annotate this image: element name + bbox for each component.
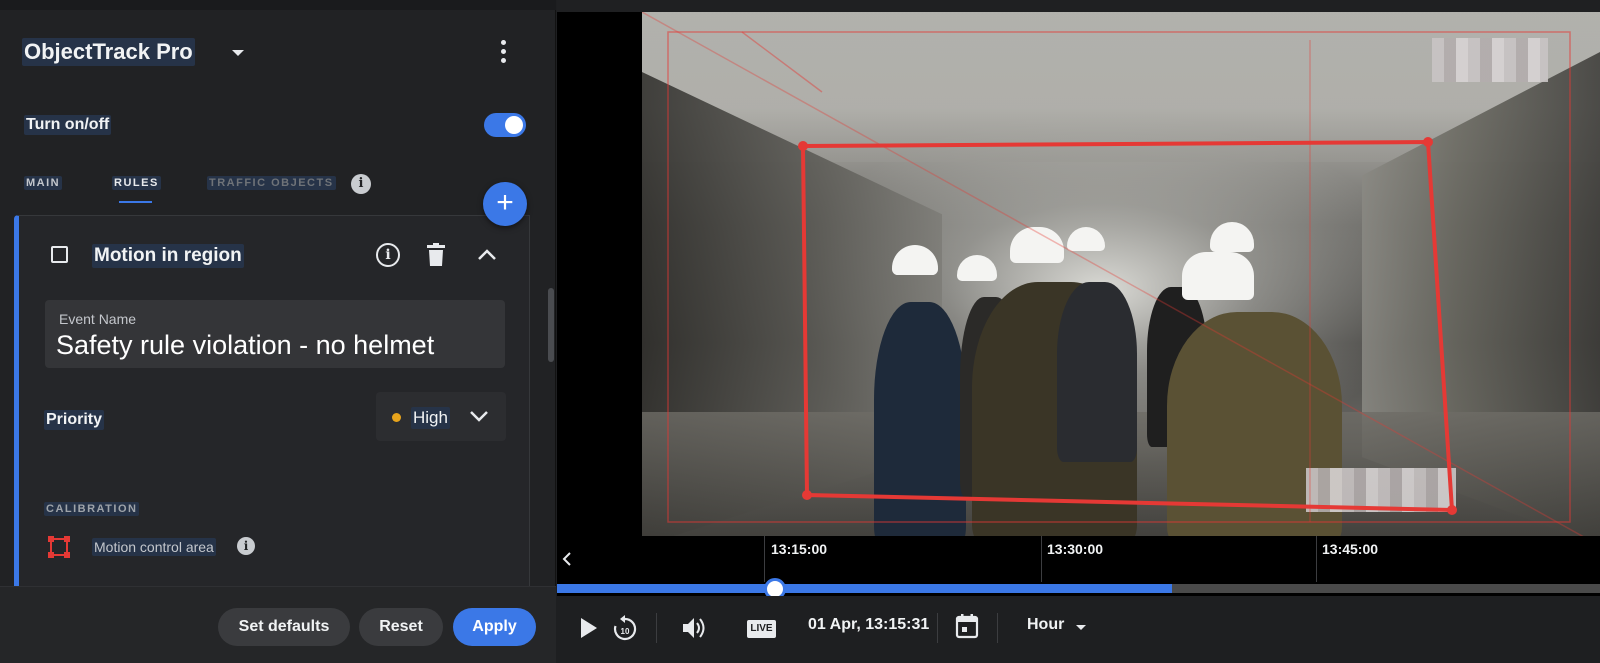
- timeline-tick-label: 13:45:00: [1322, 541, 1379, 557]
- event-name-label: Event Name: [59, 311, 137, 327]
- set-defaults-button[interactable]: Set defaults: [218, 608, 350, 646]
- separator: [997, 613, 998, 643]
- timeline-tick-label: 13:30:00: [1047, 541, 1104, 557]
- region-handle[interactable]: [1447, 505, 1457, 515]
- priority-label: Priority: [44, 410, 105, 430]
- separator: [937, 613, 938, 643]
- panel-top-strip: [0, 0, 556, 10]
- timeline-tick-label: 13:15:00: [771, 541, 828, 557]
- rule-title: Motion in region: [92, 244, 244, 268]
- rule-checkbox[interactable]: [51, 246, 68, 263]
- caret-down-icon[interactable]: [232, 50, 244, 56]
- playback-progress-fill: [557, 584, 1173, 593]
- timeline[interactable]: 13:15:00 13:30:00 13:45:00: [557, 536, 1600, 582]
- chevron-down-icon: [470, 411, 488, 422]
- timeline-tick: [764, 536, 765, 582]
- region-handle[interactable]: [1423, 137, 1433, 147]
- info-icon[interactable]: i: [351, 174, 371, 194]
- region-handle[interactable]: [802, 490, 812, 500]
- rewind-seconds: 10: [621, 627, 630, 636]
- region-polygon-icon[interactable]: [47, 535, 71, 559]
- more-vertical-icon[interactable]: [500, 40, 506, 66]
- timeline-tick: [1316, 536, 1317, 582]
- priority-color-dot: [392, 413, 401, 422]
- settings-panel: ObjectTrack Pro Turn on/off MAIN RULES T…: [0, 0, 556, 663]
- player-controls: 10 LIVE 01 Apr, 13:15:31 Hour: [557, 596, 1600, 663]
- trash-icon[interactable]: [426, 243, 446, 267]
- rewind-10-icon[interactable]: 10: [612, 614, 638, 642]
- tab-rules[interactable]: RULES: [112, 176, 161, 190]
- calendar-icon[interactable]: [955, 613, 979, 639]
- tab-traffic-objects[interactable]: TRAFFIC OBJECTS: [207, 176, 336, 190]
- priority-select[interactable]: High: [376, 392, 506, 441]
- tab-main[interactable]: MAIN: [24, 176, 63, 190]
- panel-scrollbar[interactable]: [548, 288, 554, 362]
- chevron-left-icon[interactable]: [560, 550, 574, 568]
- calibration-heading: CALIBRATION: [44, 502, 140, 516]
- camera-frame[interactable]: [642, 12, 1600, 546]
- time-scale-select[interactable]: Hour: [1027, 616, 1064, 634]
- active-tab-indicator: [119, 201, 152, 203]
- app-title: ObjectTrack Pro: [22, 38, 195, 66]
- video-viewer: 13:15:00 13:30:00 13:45:00 10 LIVE 01 Ap…: [557, 0, 1600, 663]
- viewer-top-strip: [557, 0, 1600, 12]
- rule-info-icon[interactable]: i: [376, 243, 400, 267]
- event-name-value[interactable]: Safety rule violation - no helmet: [56, 330, 434, 361]
- add-rule-button[interactable]: +: [483, 182, 527, 226]
- collapse-chevron-icon[interactable]: [476, 245, 498, 263]
- play-icon[interactable]: [579, 616, 599, 640]
- region-handle[interactable]: [798, 141, 808, 151]
- playback-timestamp: 01 Apr, 13:15:31: [808, 616, 930, 633]
- motion-area-label: Motion control area: [92, 538, 216, 556]
- power-toggle[interactable]: [484, 113, 526, 137]
- motion-region-polygon[interactable]: [800, 139, 1455, 513]
- timeline-tick: [1041, 536, 1042, 582]
- calibration-guides: [642, 12, 1600, 546]
- event-name-field[interactable]: Event Name Safety rule violation - no he…: [45, 300, 505, 368]
- live-button[interactable]: LIVE: [747, 620, 776, 638]
- caret-down-icon[interactable]: [1076, 625, 1086, 630]
- volume-icon[interactable]: [681, 615, 707, 641]
- letterbox: [557, 12, 642, 546]
- apply-button[interactable]: Apply: [453, 608, 536, 646]
- reset-button[interactable]: Reset: [359, 608, 443, 646]
- power-label: Turn on/off: [24, 115, 112, 135]
- region-overlay: [642, 12, 1600, 546]
- separator: [656, 613, 657, 643]
- playback-progress-bar[interactable]: [557, 584, 1600, 593]
- priority-value: High: [411, 407, 450, 429]
- area-info-icon[interactable]: i: [237, 537, 255, 555]
